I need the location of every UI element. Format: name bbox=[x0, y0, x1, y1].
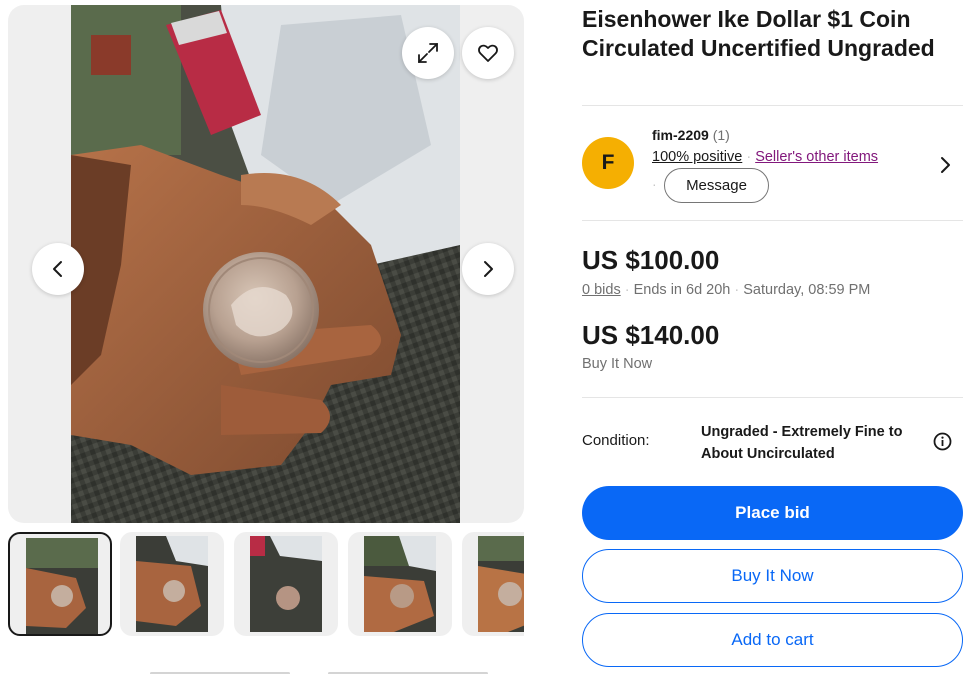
seller-other-items-link[interactable]: Seller's other items bbox=[755, 149, 878, 165]
separator: · bbox=[734, 282, 740, 298]
divider bbox=[582, 397, 963, 398]
seller-feedback-count: (1) bbox=[712, 127, 730, 143]
previous-image-button[interactable] bbox=[32, 243, 84, 295]
next-image-button[interactable] bbox=[462, 243, 514, 295]
expand-icon bbox=[415, 40, 441, 66]
chevron-right-icon[interactable] bbox=[936, 154, 954, 181]
divider bbox=[582, 105, 963, 106]
thumbnail-image bbox=[364, 536, 436, 632]
info-icon[interactable] bbox=[933, 432, 952, 456]
thumbnail-image bbox=[478, 536, 524, 632]
separator: · bbox=[652, 176, 657, 192]
divider bbox=[582, 220, 963, 221]
condition-value: Ungraded - Extremely Fine to About Uncir… bbox=[701, 424, 903, 462]
separator: · bbox=[624, 282, 630, 298]
thumbnail-3[interactable] bbox=[234, 532, 338, 636]
seller-name-row: fim-2209 (1) bbox=[652, 126, 730, 144]
bids-count-link[interactable]: 0 bids bbox=[582, 282, 621, 298]
listing-title: Eisenhower Ike Dollar $1 Coin Circulated… bbox=[582, 6, 935, 61]
below-fold-hint bbox=[150, 668, 490, 674]
buy-it-now-button[interactable]: Buy It Now bbox=[582, 549, 963, 603]
thumbnail-strip bbox=[8, 532, 524, 638]
main-photo[interactable] bbox=[71, 5, 460, 523]
separator: · bbox=[746, 149, 752, 165]
expand-button[interactable] bbox=[402, 27, 454, 79]
bid-info: 0 bids · Ends in 6d 20h · Saturday, 08:5… bbox=[582, 281, 870, 299]
main-photo-frame[interactable] bbox=[8, 5, 524, 523]
chevron-left-icon bbox=[47, 258, 69, 280]
buy-it-now-label: Buy It Now bbox=[582, 356, 653, 372]
add-to-cart-button[interactable]: Add to cart bbox=[582, 613, 963, 667]
chevron-right-icon bbox=[477, 258, 499, 280]
place-bid-button[interactable]: Place bid bbox=[582, 486, 963, 540]
seller-feedback-link[interactable]: 100% positive bbox=[652, 149, 742, 165]
thumbnail-image bbox=[250, 536, 322, 632]
thumbnail-image bbox=[136, 536, 208, 632]
end-time: Saturday, 08:59 PM bbox=[743, 282, 871, 298]
seller-avatar[interactable]: F bbox=[582, 137, 634, 189]
thumbnail-2[interactable] bbox=[120, 532, 224, 636]
heart-icon bbox=[476, 41, 500, 65]
current-bid-price: US $100.00 bbox=[582, 245, 720, 275]
thumbnail-5[interactable] bbox=[462, 532, 524, 636]
message-seller-button[interactable]: Message bbox=[664, 168, 769, 203]
thumbnail-1[interactable] bbox=[8, 532, 112, 636]
seller-name[interactable]: fim-2209 bbox=[652, 127, 709, 143]
watch-button[interactable] bbox=[462, 27, 514, 79]
thumbnail-4[interactable] bbox=[348, 532, 452, 636]
condition-label: Condition: bbox=[582, 432, 650, 449]
thumbnail-image bbox=[26, 538, 98, 634]
time-left: Ends in 6d 20h bbox=[633, 282, 731, 298]
seller-links: 100% positive · Seller's other items bbox=[652, 148, 878, 166]
buy-it-now-price: US $140.00 bbox=[582, 320, 720, 350]
